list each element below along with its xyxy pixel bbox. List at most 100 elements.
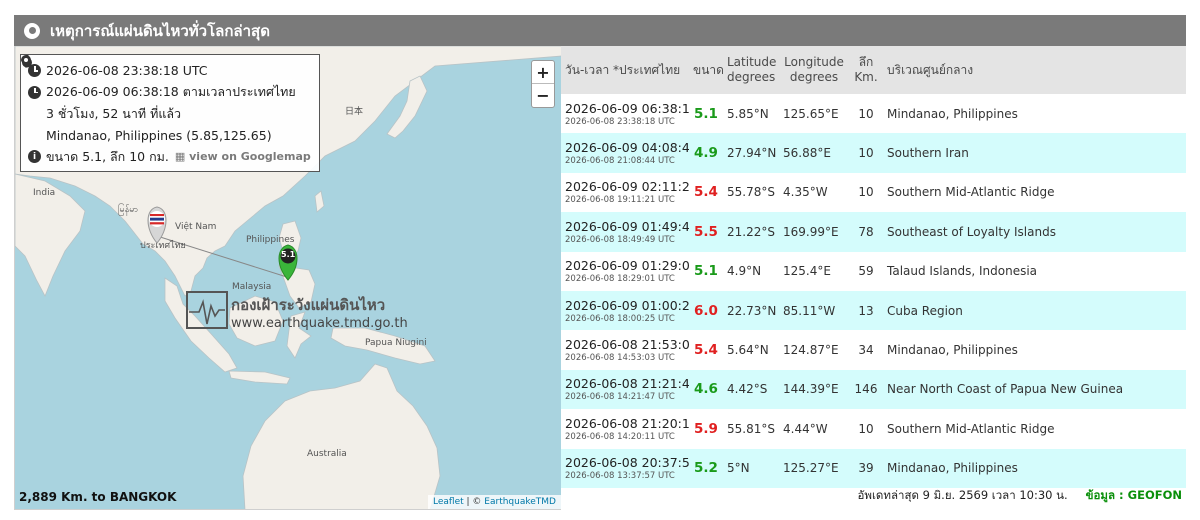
cell-region: Southern Mid-Atlantic Ridge [883, 172, 1186, 213]
earthquake-table: วัน-เวลา *ประเทศไทย ขนาด Latitude degree… [561, 46, 1186, 488]
cell-utc-time: 2026-06-08 18:29:01 UTC [565, 274, 675, 285]
header-longitude: Longitude degrees [779, 46, 849, 94]
info-location-row: Mindanao, Philippines (5.85,125.65) [21, 55, 312, 147]
cell-utc-time: 2026-06-08 14:20:11 UTC [565, 431, 675, 442]
cell-magnitude: 4.6 [689, 369, 723, 410]
cell-magnitude: 5.4 [689, 330, 723, 370]
panel-title: เหตุการณ์แผ่นดินไหวทั่วโลกล่าสุด [50, 21, 270, 40]
cell-local-time: 2026-06-09 01:49:49 [565, 218, 689, 234]
land-java [228, 370, 291, 385]
earthquake-marker-value: 5.1 [281, 250, 296, 259]
table-row[interactable]: 2026-06-08 20:37:57 2026-06-08 13:37:57 U… [561, 448, 1186, 488]
cell-depth: 146 [849, 369, 883, 410]
cell-region: Mindanao, Philippines [883, 448, 1186, 488]
table-row[interactable]: 2026-06-09 01:29:01 2026-06-08 18:29:01 U… [561, 251, 1186, 291]
cell-latitude: 5.64°N [723, 330, 779, 370]
table-row[interactable]: 2026-06-08 21:20:11 2026-06-08 14:20:11 U… [561, 409, 1186, 449]
map-label-malaysia: Malaysia [232, 282, 272, 292]
cell-region: Southern Mid-Atlantic Ridge [883, 409, 1186, 449]
table-footer: อัพเดทล่าสุด 9 มิ.ย. 2569 เวลา 10:30 น. … [561, 483, 1186, 509]
info-local-time: 2026-06-09 06:38:18 ตามเวลาประเทศไทย [46, 84, 296, 100]
zoom-in-button[interactable]: + [532, 61, 554, 84]
cell-longitude: 144.39°E [779, 369, 849, 410]
cell-magnitude: 5.9 [689, 409, 723, 449]
cell-longitude: 85.11°W [779, 290, 849, 331]
info-ago-row: 3 ชั่วโมง, 52 นาที ที่แล้ว [22, 55, 312, 125]
cell-depth: 10 [849, 409, 883, 449]
cell-region: Near North Coast of Papua New Guinea [883, 369, 1186, 410]
cell-region: Mindanao, Philippines [883, 94, 1186, 134]
table-row[interactable]: 2026-06-09 06:38:18 2026-06-08 23:38:18 U… [561, 94, 1186, 134]
cell-utc-time: 2026-06-08 21:08:44 UTC [565, 156, 675, 167]
table-row[interactable]: 2026-06-09 01:00:25 2026-06-08 18:00:25 U… [561, 290, 1186, 331]
watermark-title: กองเฝ้าระวังแผ่นดินไหว [231, 296, 386, 314]
cell-local-time: 2026-06-09 06:38:18 [565, 100, 689, 116]
map-label-australia: Australia [307, 449, 347, 459]
cell-local-time: 2026-06-09 01:29:01 [565, 258, 689, 274]
cell-time: 2026-06-09 02:11:21 2026-06-08 19:11:21 U… [561, 172, 689, 213]
clock-icon [28, 85, 41, 99]
cell-depth: 39 [849, 448, 883, 488]
cell-depth: 10 [849, 133, 883, 173]
zoom-out-button[interactable]: − [532, 84, 554, 107]
earthquaketmd-link[interactable]: EarthquakeTMD [484, 497, 556, 507]
cell-depth: 13 [849, 290, 883, 331]
table-row[interactable]: 2026-06-09 02:11:21 2026-06-08 19:11:21 U… [561, 172, 1186, 213]
cell-time: 2026-06-08 21:20:11 2026-06-08 14:20:11 U… [561, 409, 689, 449]
earthquake-table-wrap: วัน-เวลา *ประเทศไทย ขนาด Latitude degree… [561, 46, 1186, 488]
info-utc-time: 2026-06-08 23:38:18 UTC [46, 63, 208, 79]
map-pin-icon [21, 55, 41, 142]
cell-utc-time: 2026-06-08 23:38:18 UTC [565, 116, 675, 127]
cell-latitude: 4.42°S [723, 369, 779, 410]
table-row[interactable]: 2026-06-08 21:53:03 2026-06-08 14:53:03 U… [561, 330, 1186, 370]
cell-utc-time: 2026-06-08 14:53:03 UTC [565, 353, 675, 364]
cell-depth: 10 [849, 94, 883, 134]
map-label-myanmar: မြန်မာ [118, 205, 139, 215]
panel-header: เหตุการณ์แผ่นดินไหวทั่วโลกล่าสุด [14, 15, 1186, 46]
cell-magnitude: 5.1 [689, 251, 723, 291]
table-row[interactable]: 2026-06-09 04:08:44 2026-06-08 21:08:44 U… [561, 133, 1186, 173]
cell-region: Southern Iran [883, 133, 1186, 173]
record-icon [24, 22, 40, 39]
cell-longitude: 56.88°E [779, 133, 849, 173]
cell-local-time: 2026-06-09 04:08:44 [565, 140, 689, 156]
cell-longitude: 125.27°E [779, 448, 849, 488]
cell-local-time: 2026-06-08 21:53:03 [565, 337, 689, 353]
cell-time: 2026-06-09 01:29:01 2026-06-08 18:29:01 U… [561, 251, 689, 291]
earthquake-map[interactable]: 日本 India မြန်မာ ประเทศไทย Việt Nam Phili… [14, 46, 561, 510]
cell-longitude: 124.87°E [779, 330, 849, 370]
cell-utc-time: 2026-06-08 14:21:47 UTC [565, 392, 675, 403]
cell-longitude: 4.44°W [779, 409, 849, 449]
cell-time: 2026-06-09 04:08:44 2026-06-08 21:08:44 U… [561, 133, 689, 173]
map-label-vietnam: Việt Nam [175, 222, 217, 232]
cell-latitude: 27.94°N [723, 133, 779, 173]
header-time: วัน-เวลา *ประเทศไทย [561, 46, 689, 94]
map-label-thailand: ประเทศไทย [140, 241, 186, 251]
last-updated: อัพเดทล่าสุด 9 มิ.ย. 2569 เวลา 10:30 น. [857, 488, 1068, 502]
cell-magnitude: 5.5 [689, 212, 723, 252]
header-depth: ลึก Km. [849, 46, 883, 94]
watermark-url: www.earthquake.tmd.go.th [231, 316, 408, 331]
map-label-japan: 日本 [345, 107, 364, 117]
map-label-papua: Papua Niugini [365, 338, 427, 348]
cell-utc-time: 2026-06-08 18:49:49 UTC [565, 234, 675, 245]
leaflet-link[interactable]: Leaflet [433, 497, 464, 507]
table-row[interactable]: 2026-06-09 01:49:49 2026-06-08 18:49:49 U… [561, 212, 1186, 252]
cell-longitude: 169.99°E [779, 212, 849, 252]
map-attribution: Leaflet | © EarthquakeTMD [428, 495, 561, 509]
info-magnitude-depth: ขนาด 5.1, ลึก 10 กม. [46, 148, 169, 164]
cell-magnitude: 5.2 [689, 448, 723, 488]
table-row[interactable]: 2026-06-08 21:21:47 2026-06-08 14:21:47 U… [561, 369, 1186, 410]
attribution-separator: | © [463, 497, 485, 507]
googlemap-link[interactable]: ▦ view on Googlemap [175, 150, 311, 163]
cell-latitude: 5°N [723, 448, 779, 488]
cell-time: 2026-06-08 21:53:03 2026-06-08 14:53:03 U… [561, 330, 689, 370]
cell-region: Southeast of Loyalty Islands [883, 212, 1186, 252]
cell-region: Talaud Islands, Indonesia [883, 251, 1186, 291]
stopwatch-icon [22, 55, 41, 120]
cell-magnitude: 5.4 [689, 172, 723, 213]
cell-region: Mindanao, Philippines [883, 330, 1186, 370]
cell-utc-time: 2026-06-08 13:37:57 UTC [565, 471, 675, 482]
cell-latitude: 5.85°N [723, 94, 779, 134]
cell-depth: 78 [849, 212, 883, 252]
